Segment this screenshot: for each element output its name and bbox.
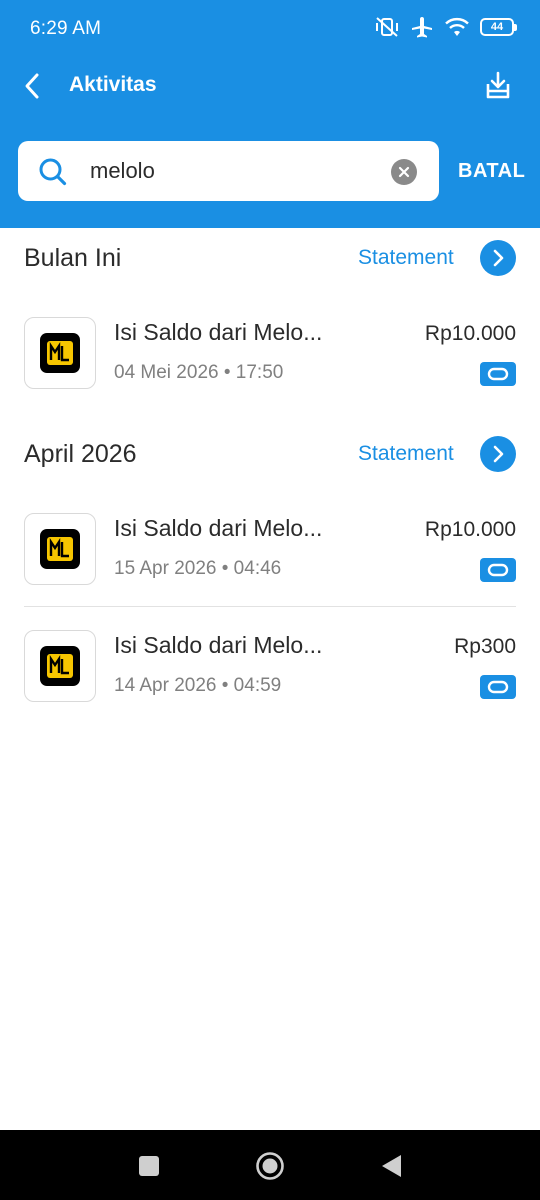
melolo-logo-icon xyxy=(40,646,80,686)
transaction-date: 14 Apr 2026 • 04:59 xyxy=(114,675,282,696)
transaction-amount: Rp10.000 xyxy=(424,322,516,345)
merchant-logo xyxy=(24,513,96,585)
statement-arrow-button[interactable] xyxy=(480,240,516,276)
transaction-date: 04 Mei 2026 • 17:50 xyxy=(114,362,284,383)
section-title: Bulan Ini xyxy=(24,244,122,272)
transaction-name: Isi Saldo dari Melo... xyxy=(114,319,323,345)
transaction-row[interactable]: Isi Saldo dari Melo... 15 Apr 2026 • 04:… xyxy=(0,513,540,613)
page-title: Aktivitas xyxy=(69,73,157,96)
app-header: 6:29 AM 44 Aktivitas melolo BATAL xyxy=(0,0,540,228)
chevron-left-icon xyxy=(25,73,39,99)
chevron-right-icon xyxy=(493,445,504,463)
recent-apps-icon xyxy=(139,1156,159,1176)
vibrate-off-icon xyxy=(374,15,400,39)
back-triangle-icon xyxy=(382,1155,401,1177)
top-app-bar: Aktivitas xyxy=(0,58,540,116)
search-icon xyxy=(38,157,68,192)
search-box xyxy=(18,141,439,201)
status-icons: 44 xyxy=(374,15,517,39)
search-input[interactable] xyxy=(90,153,380,189)
home-button[interactable] xyxy=(255,1151,285,1181)
melolo-logo-icon xyxy=(40,529,80,569)
system-navigation-bar xyxy=(0,1130,540,1200)
clear-search-button[interactable] xyxy=(391,159,417,185)
transaction-name: Isi Saldo dari Melo... xyxy=(114,632,323,658)
wallet-icon xyxy=(480,675,516,699)
back-button[interactable] xyxy=(14,68,50,104)
system-back-button[interactable] xyxy=(376,1151,406,1181)
transaction-amount: Rp10.000 xyxy=(424,518,516,541)
status-bar: 6:29 AM 44 xyxy=(0,0,540,58)
transaction-amount: Rp300 xyxy=(454,635,516,658)
chevron-right-icon xyxy=(493,249,504,267)
wallet-icon xyxy=(480,362,516,386)
transaction-name: Isi Saldo dari Melo... xyxy=(114,515,323,541)
melolo-logo-icon xyxy=(40,333,80,373)
cancel-search-button[interactable]: BATAL xyxy=(458,160,525,183)
statement-link[interactable]: Statement xyxy=(358,246,454,270)
section-header-this-month: Bulan Ini Statement xyxy=(0,240,540,280)
transaction-date: 15 Apr 2026 • 04:46 xyxy=(114,558,282,579)
divider xyxy=(24,606,516,607)
download-icon xyxy=(486,71,510,99)
merchant-logo xyxy=(24,317,96,389)
status-time: 6:29 AM xyxy=(30,18,102,39)
recent-apps-button[interactable] xyxy=(134,1151,164,1181)
transaction-row[interactable]: Isi Saldo dari Melo... 14 Apr 2026 • 04:… xyxy=(0,630,540,730)
section-title: April 2026 xyxy=(24,440,137,468)
battery-icon: 44 xyxy=(480,18,517,36)
home-icon xyxy=(256,1152,284,1180)
airplane-icon xyxy=(410,15,434,39)
merchant-logo xyxy=(24,630,96,702)
wifi-icon xyxy=(444,16,470,38)
download-button[interactable] xyxy=(482,68,514,104)
section-header-april-2026: April 2026 Statement xyxy=(0,436,540,476)
statement-arrow-button[interactable] xyxy=(480,436,516,472)
wallet-icon xyxy=(480,558,516,582)
statement-link[interactable]: Statement xyxy=(358,442,454,466)
transaction-row[interactable]: Isi Saldo dari Melo... 04 Mei 2026 • 17:… xyxy=(0,317,540,417)
close-icon xyxy=(398,166,410,178)
